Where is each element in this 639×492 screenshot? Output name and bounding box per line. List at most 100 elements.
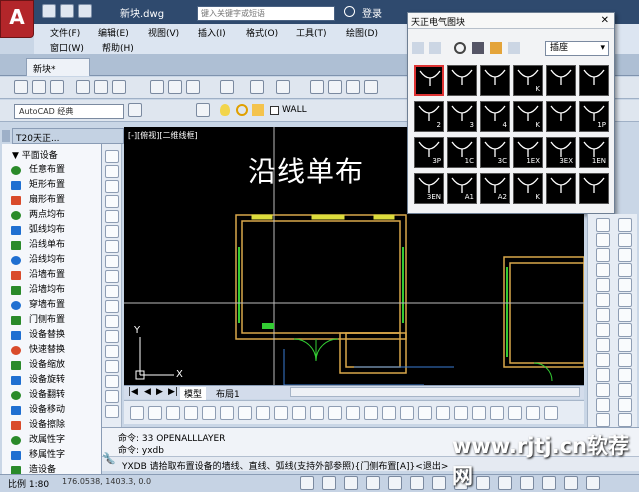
draw-tool-icon[interactable] — [105, 270, 119, 283]
workspace-settings-icon[interactable] — [128, 103, 142, 117]
modify-tool-icon[interactable] — [596, 338, 610, 352]
paste-icon[interactable] — [186, 80, 200, 94]
electrical-tool-icon[interactable] — [382, 406, 396, 420]
panel-item[interactable]: 任意布置 — [2, 164, 102, 177]
preview-icon[interactable] — [94, 80, 108, 94]
modify-tool-icon[interactable] — [618, 353, 632, 367]
electrical-tool-icon[interactable] — [292, 406, 306, 420]
menu-draw[interactable]: 绘图(D) — [346, 26, 378, 39]
draw-tool-icon[interactable] — [105, 345, 119, 358]
menu-insert[interactable]: 插入(I) — [198, 26, 226, 39]
panel-item[interactable]: 沿线单布 — [2, 239, 102, 252]
sun-icon[interactable] — [236, 104, 248, 116]
socket-block-cell[interactable]: 3 — [447, 101, 477, 132]
status-toggle-icon[interactable] — [388, 476, 402, 490]
draw-tool-icon[interactable] — [105, 390, 119, 403]
draw-tool-icon[interactable] — [105, 285, 119, 298]
draw-tool-icon[interactable] — [105, 330, 119, 343]
draw-tool-icon[interactable] — [105, 210, 119, 223]
electrical-tool-icon[interactable] — [526, 406, 540, 420]
draw-tool-icon[interactable] — [105, 405, 119, 418]
new-file-icon[interactable] — [42, 4, 56, 18]
electrical-tool-icon[interactable] — [328, 406, 342, 420]
menu-edit[interactable]: 编辑(E) — [98, 26, 129, 39]
electrical-tool-icon[interactable] — [274, 406, 288, 420]
modify-tool-icon[interactable] — [596, 233, 610, 247]
panel-item[interactable]: 门侧布置 — [2, 314, 102, 327]
close-icon[interactable]: ✕ — [601, 15, 609, 26]
modify-tool-icon[interactable] — [596, 263, 610, 277]
panel-item[interactable]: 设备翻转 — [2, 389, 102, 402]
socket-block-cell[interactable]: 2 — [414, 101, 444, 132]
section-header[interactable]: ▼ 平面设备 — [2, 148, 58, 161]
modify-tool-icon[interactable] — [618, 263, 632, 277]
modify-tool-icon[interactable] — [596, 383, 610, 397]
open-icon[interactable] — [32, 80, 46, 94]
modify-tool-icon[interactable] — [618, 413, 632, 427]
status-toggle-icon[interactable] — [300, 476, 314, 490]
modify-tool-icon[interactable] — [618, 218, 632, 232]
zoom-realtime-icon[interactable] — [328, 80, 342, 94]
modify-tool-icon[interactable] — [618, 383, 632, 397]
modify-tool-icon[interactable] — [596, 368, 610, 382]
electrical-tool-icon[interactable] — [544, 406, 558, 420]
modify-tool-icon[interactable] — [596, 308, 610, 322]
status-toggle-icon[interactable] — [322, 476, 336, 490]
modify-tool-icon[interactable] — [596, 248, 610, 262]
modify-tool-icon[interactable] — [618, 338, 632, 352]
pan-icon[interactable] — [310, 80, 324, 94]
home-icon[interactable] — [412, 42, 424, 54]
open-file-icon[interactable] — [60, 4, 74, 18]
draw-tool-icon[interactable] — [105, 180, 119, 193]
socket-block-cell[interactable]: K — [513, 101, 543, 132]
electrical-tool-icon[interactable] — [202, 406, 216, 420]
status-toggle-icon[interactable] — [432, 476, 446, 490]
print-icon[interactable] — [76, 80, 90, 94]
tab-model[interactable]: 模型 — [180, 387, 207, 400]
grid-view-icon[interactable] — [472, 42, 484, 54]
search-input[interactable]: 键入关键字或短语 — [197, 6, 335, 21]
tianzheng-panel-header[interactable]: T20天正... — [12, 128, 124, 144]
electrical-tool-icon[interactable] — [148, 406, 162, 420]
socket-block-cell[interactable]: 1EN — [579, 137, 609, 168]
new-icon[interactable] — [14, 80, 28, 94]
socket-block-cell[interactable]: K — [513, 65, 543, 96]
cut-icon[interactable] — [150, 80, 164, 94]
electrical-tool-icon[interactable] — [508, 406, 522, 420]
electrical-tool-icon[interactable] — [184, 406, 198, 420]
electrical-tool-icon[interactable] — [472, 406, 486, 420]
draw-tool-icon[interactable] — [105, 300, 119, 313]
socket-block-cell[interactable] — [414, 65, 444, 96]
menu-file[interactable]: 文件(F) — [50, 26, 80, 39]
category-select[interactable]: 插座 — [545, 41, 609, 56]
panel-item[interactable]: 设备擦除 — [2, 419, 102, 432]
modify-tool-icon[interactable] — [618, 248, 632, 262]
layer-manager-icon[interactable] — [196, 103, 210, 117]
menu-window[interactable]: 窗口(W) — [50, 41, 84, 54]
panel-item[interactable]: 设备移动 — [2, 404, 102, 417]
panel-item[interactable]: 沿线均布 — [2, 254, 102, 267]
status-toggle-icon[interactable] — [344, 476, 358, 490]
socket-block-cell[interactable]: 1C — [447, 137, 477, 168]
modify-tool-icon[interactable] — [596, 353, 610, 367]
zoom-previous-icon[interactable] — [364, 80, 378, 94]
pin-icon[interactable] — [429, 42, 441, 54]
electrical-tool-icon[interactable] — [400, 406, 414, 420]
socket-block-cell[interactable]: 3P — [414, 137, 444, 168]
modify-tool-icon[interactable] — [596, 398, 610, 412]
application-menu-button[interactable]: A — [0, 0, 34, 38]
lightbulb-icon[interactable] — [220, 104, 230, 116]
electrical-tool-icon[interactable] — [256, 406, 270, 420]
menu-help[interactable]: 帮助(H) — [102, 41, 134, 54]
electrical-tool-icon[interactable] — [364, 406, 378, 420]
modify-tool-icon[interactable] — [596, 278, 610, 292]
tab-layout1[interactable]: 布局1 — [212, 387, 244, 400]
socket-block-cell[interactable] — [546, 65, 576, 96]
socket-block-cell[interactable]: 3C — [480, 137, 510, 168]
lock-icon[interactable] — [252, 104, 264, 116]
panel-item[interactable]: 沿墙均布 — [2, 284, 102, 297]
panel-item[interactable]: 设备缩放 — [2, 359, 102, 372]
save-icon[interactable] — [50, 80, 64, 94]
login-button[interactable]: 登录 — [362, 5, 382, 20]
redo-icon[interactable] — [276, 80, 290, 94]
